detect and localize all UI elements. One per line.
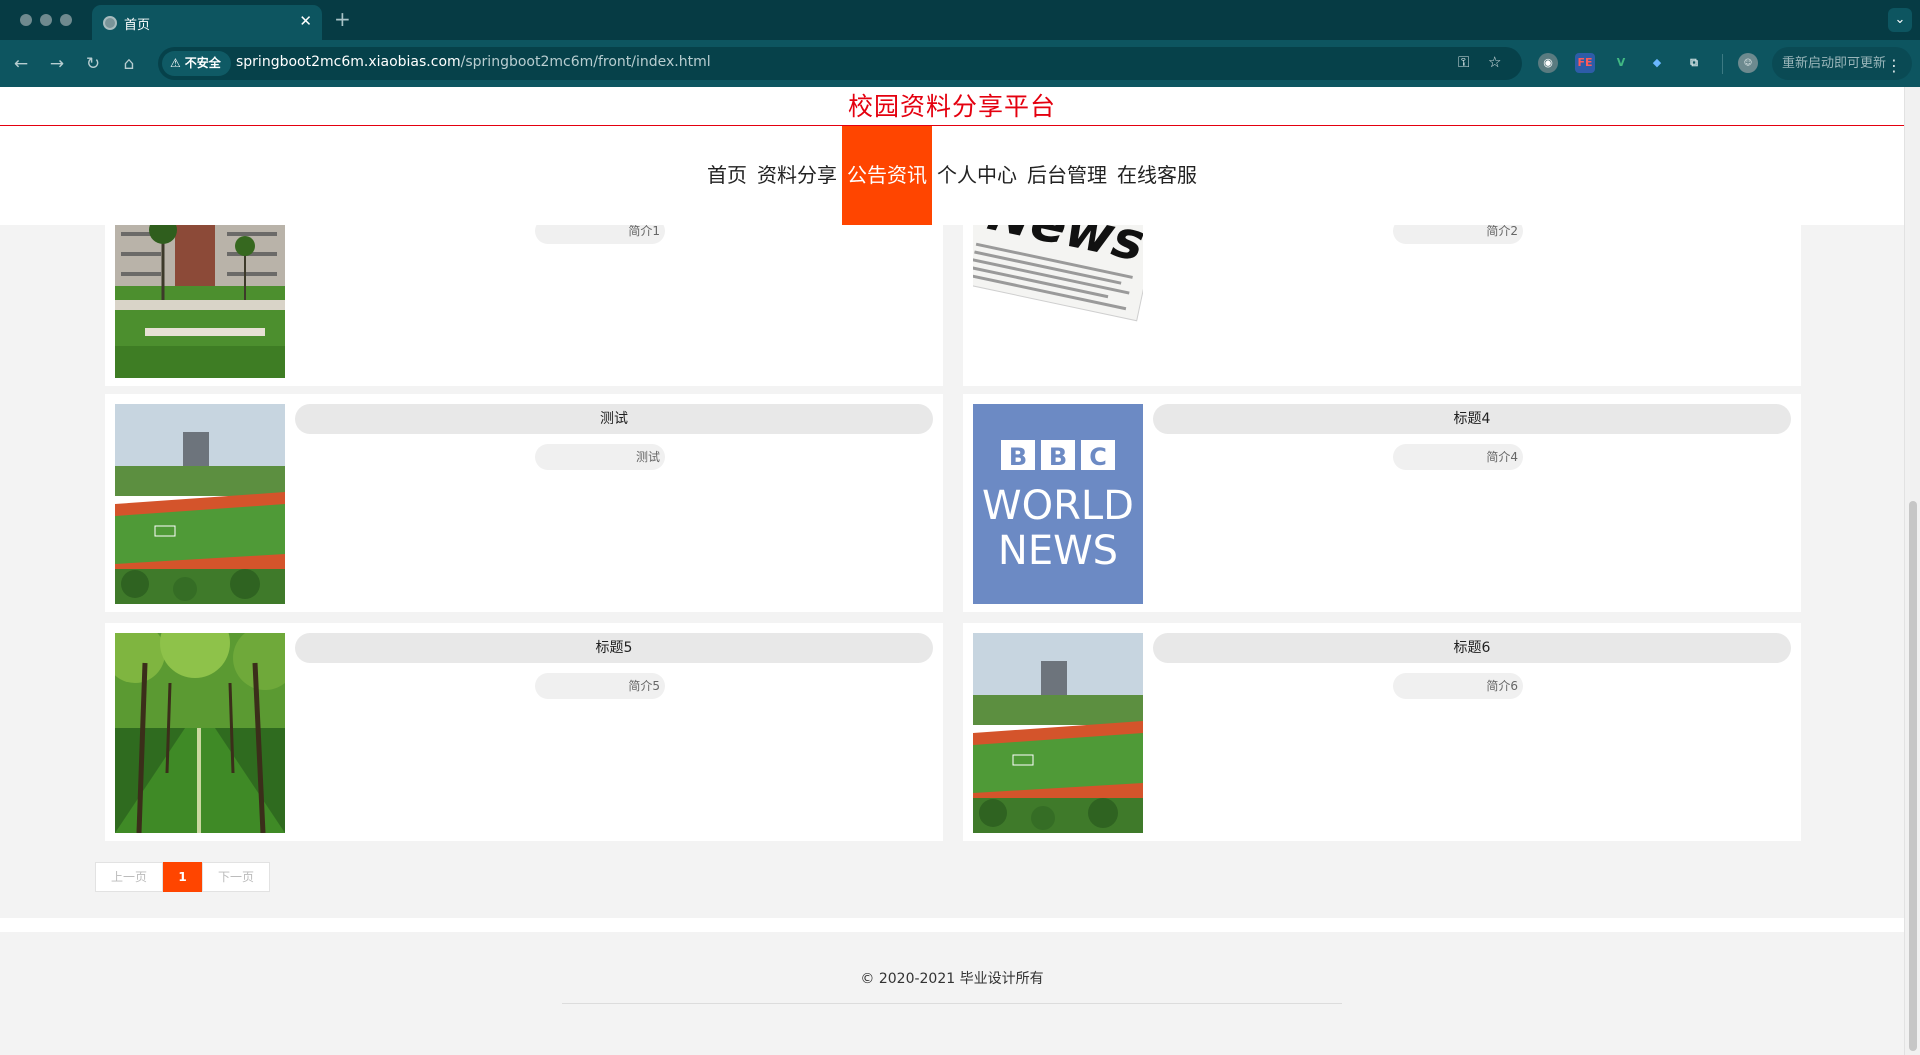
- url-text[interactable]: springboot2mc6m.xiaobias.com/springboot2…: [236, 54, 711, 70]
- news-summary: 简介6: [1393, 673, 1523, 699]
- more-menu-icon[interactable]: ⋮: [1886, 49, 1902, 82]
- globe-icon: [103, 16, 117, 30]
- prev-page-button[interactable]: 上一页: [95, 862, 164, 892]
- news-title[interactable]: 标题6: [1153, 633, 1791, 663]
- page-number-current[interactable]: 1: [163, 862, 203, 892]
- bbc-letter-b1: B: [1009, 443, 1027, 471]
- news-image-bbc-world-news[interactable]: B B C WORLD NEWS: [973, 404, 1143, 604]
- nav-item-admin[interactable]: 后台管理: [1022, 126, 1112, 225]
- bbc-world-text: WORLD: [982, 483, 1134, 529]
- profile-avatar-icon[interactable]: ☺: [1738, 53, 1758, 73]
- password-key-icon[interactable]: ⚿: [1458, 53, 1469, 71]
- browser-toolbar: ← → ↻ ⌂ ⚠ 不安全 springboot2mc6m.xiaobias.co…: [0, 40, 1920, 87]
- site-footer: © 2020-2021 毕业设计所有: [0, 932, 1904, 1055]
- close-icon[interactable]: ✕: [299, 12, 312, 30]
- nav-item-announcements[interactable]: 公告资讯: [842, 126, 932, 225]
- news-title[interactable]: 标题4: [1153, 404, 1791, 434]
- site-title-bar: 校园资料分享平台: [0, 87, 1904, 126]
- site-header: 校园资料分享平台 首页 资料分享 公告资讯 个人中心 后台管理 在线客服: [0, 87, 1904, 225]
- news-card[interactable]: B B C WORLD NEWS 标题4 简介4: [963, 394, 1801, 612]
- footer-separator: [0, 918, 1904, 932]
- new-tab-plus-icon[interactable]: +: [334, 7, 351, 31]
- next-page-button[interactable]: 下一页: [202, 862, 271, 892]
- security-indicator[interactable]: ⚠ 不安全: [162, 51, 231, 76]
- toolbar-divider: [1722, 54, 1723, 74]
- pagination: 上一页 1 下一页: [95, 862, 271, 892]
- nav-item-support[interactable]: 在线客服: [1112, 126, 1202, 225]
- window-zoom-dot[interactable]: [60, 14, 72, 26]
- window-close-dot[interactable]: [20, 14, 32, 26]
- news-image-tree-path[interactable]: [115, 633, 285, 833]
- scrollbar-thumb[interactable]: [1909, 501, 1917, 1051]
- footer-rule: [562, 1003, 1342, 1004]
- news-image-sports-field[interactable]: [973, 633, 1143, 833]
- news-image-sports-field[interactable]: [115, 404, 285, 604]
- window-minimize-dot[interactable]: [40, 14, 52, 26]
- news-card[interactable]: 测试 测试: [105, 394, 943, 612]
- back-arrow-icon[interactable]: ←: [8, 51, 34, 77]
- bbc-letter-b2: B: [1049, 443, 1067, 471]
- news-card[interactable]: 标题5 简介5: [105, 623, 943, 841]
- reload-icon[interactable]: ↻: [80, 51, 106, 77]
- site-title: 校园资料分享平台: [847, 92, 1056, 121]
- bbc-news-text: NEWS: [998, 528, 1118, 574]
- news-card[interactable]: 标题6 简介6: [963, 623, 1801, 841]
- chevron-down-icon[interactable]: ⌄: [1888, 8, 1912, 32]
- browser-tab-bar: 首页 ✕ + ⌄: [0, 0, 1920, 40]
- address-bar[interactable]: ⚠ 不安全 springboot2mc6m.xiaobias.com/spring…: [158, 47, 1522, 80]
- puzzle-extensions-icon[interactable]: ⧉: [1684, 53, 1704, 73]
- nav-item-personal-center[interactable]: 个人中心: [932, 126, 1022, 225]
- bookmark-star-icon[interactable]: ☆: [1488, 53, 1501, 71]
- news-summary: 简介4: [1393, 444, 1523, 470]
- news-title[interactable]: 标题5: [295, 633, 933, 663]
- page-scrollbar[interactable]: [1904, 87, 1920, 1055]
- update-button[interactable]: 重新启动即可更新 ⋮: [1772, 47, 1912, 80]
- copyright-text: © 2020-2021 毕业设计所有: [860, 971, 1044, 987]
- tab-title: 首页: [124, 18, 151, 33]
- warning-icon: ⚠: [170, 56, 181, 70]
- news-summary: 测试: [535, 444, 665, 470]
- home-icon[interactable]: ⌂: [116, 51, 142, 77]
- main-nav: 首页 资料分享 公告资讯 个人中心 后台管理 在线客服: [0, 126, 1904, 225]
- news-summary: 简介5: [535, 673, 665, 699]
- extension-avatar-icon[interactable]: ◉: [1538, 53, 1558, 73]
- gem-extension-icon[interactable]: ◆: [1647, 53, 1667, 73]
- forward-arrow-icon[interactable]: →: [44, 51, 70, 77]
- news-title[interactable]: 测试: [295, 404, 933, 434]
- web-page: 简介1 News 简介2 测试 测试 B B C WORLD NEWS 标题4 …: [0, 87, 1904, 1055]
- browser-tab[interactable]: 首页 ✕: [92, 5, 322, 40]
- bbc-letter-c: C: [1089, 443, 1107, 471]
- vue-extension-icon[interactable]: V: [1611, 53, 1631, 73]
- fe-extension-icon[interactable]: FE: [1575, 53, 1595, 73]
- nav-item-resources[interactable]: 资料分享: [752, 126, 842, 225]
- nav-item-home[interactable]: 首页: [702, 126, 752, 225]
